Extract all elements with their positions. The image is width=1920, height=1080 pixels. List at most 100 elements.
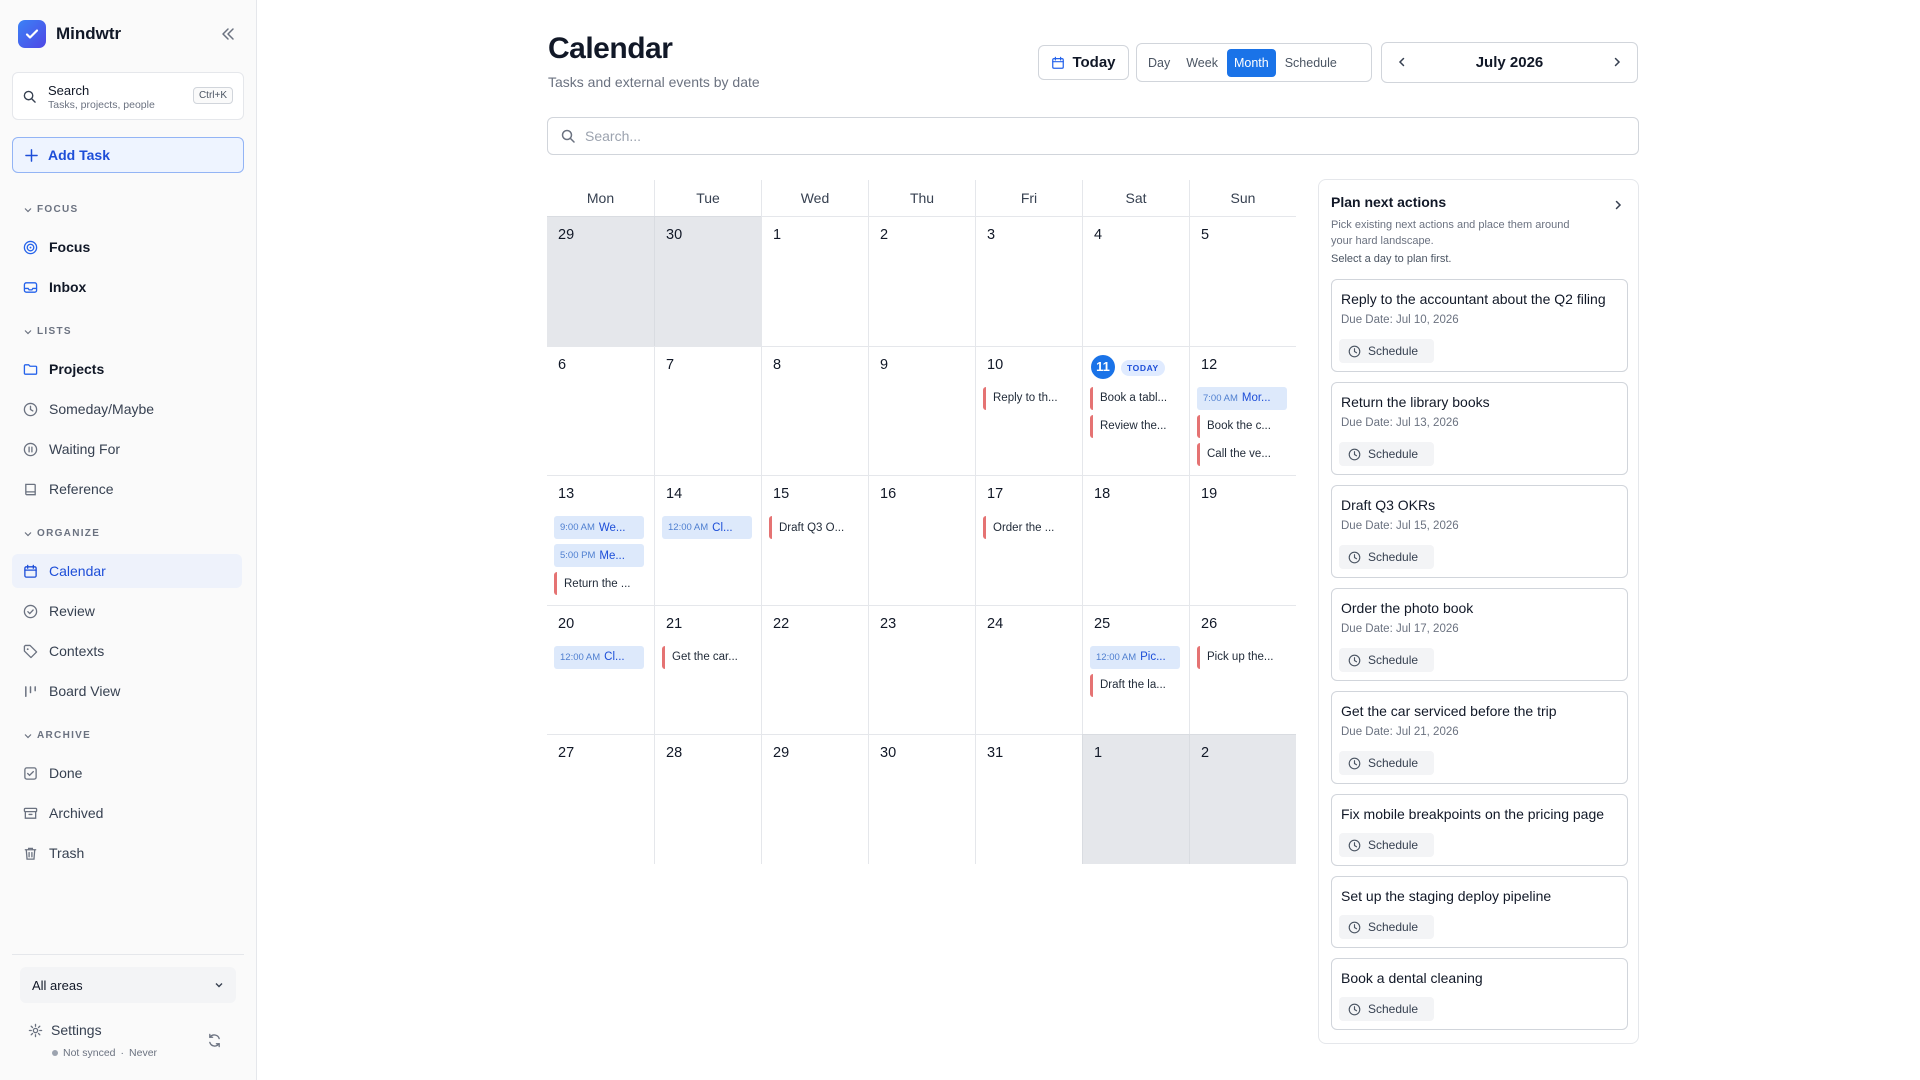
day-cell[interactable]: 14 12:00 AM Cl... [654, 475, 761, 605]
day-cell[interactable]: 30 [868, 734, 975, 864]
view-schedule[interactable]: Schedule [1278, 49, 1344, 77]
day-cell[interactable]: 1 [1082, 734, 1189, 864]
calendar-event[interactable]: 5:00 PM Me... [554, 544, 644, 568]
collapse-sidebar-icon[interactable] [218, 24, 238, 44]
calendar-task[interactable]: Call the ve... [1197, 442, 1287, 466]
plan-card[interactable]: Book a dental cleaning Schedule [1331, 958, 1628, 1030]
day-cell[interactable]: 26 Pick up the... [1189, 604, 1296, 735]
calendar-event[interactable]: 9:00 AM We... [554, 516, 644, 540]
day-cell[interactable]: 4 [1082, 216, 1189, 346]
day-cell[interactable]: 20 12:00 AM Cl... [547, 604, 654, 735]
day-cell[interactable]: 7 [654, 345, 761, 476]
day-cell[interactable]: 27 [547, 734, 654, 864]
day-cell[interactable]: 31 [975, 734, 1082, 864]
chevron-right-icon[interactable] [1612, 199, 1624, 211]
sidebar-item-trash[interactable]: Trash [12, 836, 242, 870]
day-cell[interactable]: 15 Draft Q3 O... [761, 475, 868, 605]
section-organize[interactable]: ORGANIZE [24, 528, 100, 539]
calendar-search-input[interactable] [585, 128, 1585, 144]
add-task-button[interactable]: Add Task [12, 137, 244, 173]
day-cell[interactable]: 28 [654, 734, 761, 864]
schedule-button[interactable]: Schedule [1339, 833, 1434, 857]
plan-card[interactable]: Order the photo book Due Date: Jul 17, 20… [1331, 588, 1628, 681]
day-cell[interactable]: 25 12:00 AM Pic... Draft the la... [1082, 604, 1189, 735]
plan-card[interactable]: Reply to the accountant about the Q2 fil… [1331, 279, 1628, 372]
plan-card[interactable]: Get the car serviced before the trip Due … [1331, 691, 1628, 784]
day-cell[interactable]: 19 [1189, 475, 1296, 605]
sidebar-item-waiting[interactable]: Waiting For [12, 432, 242, 466]
today-button[interactable]: Today [1038, 45, 1129, 80]
day-cell[interactable]: 29 [761, 734, 868, 864]
section-focus[interactable]: FOCUS [24, 204, 79, 215]
calendar-task[interactable]: Return the ... [554, 572, 644, 596]
calendar-task[interactable]: Draft Q3 O... [769, 516, 859, 540]
view-week[interactable]: Week [1179, 49, 1225, 77]
day-cell[interactable]: 23 [868, 604, 975, 735]
calendar-task[interactable]: Get the car... [662, 645, 752, 669]
plan-card[interactable]: Set up the staging deploy pipeline Schedu… [1331, 876, 1628, 948]
sidebar-item-calendar[interactable]: Calendar [12, 554, 242, 588]
sidebar-item-projects[interactable]: Projects [12, 352, 242, 386]
schedule-button[interactable]: Schedule [1339, 997, 1434, 1021]
sidebar-item-review[interactable]: Review [12, 594, 242, 628]
section-lists[interactable]: LISTS [24, 326, 72, 337]
schedule-button[interactable]: Schedule [1339, 915, 1434, 939]
day-cell[interactable]: 3 [975, 216, 1082, 346]
schedule-button[interactable]: Schedule [1339, 442, 1434, 466]
sidebar-item-archived[interactable]: Archived [12, 796, 242, 830]
sidebar-item-reference[interactable]: Reference [12, 472, 242, 506]
sidebar-item-done[interactable]: Done [12, 756, 242, 790]
sidebar-item-someday[interactable]: Someday/Maybe [12, 392, 242, 426]
plan-card[interactable]: Draft Q3 OKRs Due Date: Jul 15, 2026 Sched… [1331, 485, 1628, 578]
area-select[interactable]: All areas [20, 967, 236, 1003]
day-cell[interactable]: 21 Get the car... [654, 604, 761, 735]
section-archive[interactable]: ARCHIVE [24, 730, 91, 741]
day-number: 2 [880, 227, 889, 243]
schedule-button[interactable]: Schedule [1339, 751, 1434, 775]
sync-button[interactable] [207, 1033, 222, 1053]
sidebar-item-contexts[interactable]: Contexts [12, 634, 242, 668]
day-cell[interactable]: 8 [761, 345, 868, 476]
day-cell[interactable]: 11 TODAY Book a tabl... Review the... [1082, 345, 1189, 476]
day-cell[interactable]: 17 Order the ... [975, 475, 1082, 605]
schedule-button[interactable]: Schedule [1339, 339, 1434, 363]
day-cell[interactable]: 6 [547, 345, 654, 476]
sidebar-item-focus[interactable]: Focus [12, 230, 242, 264]
calendar-event[interactable]: 12:00 AM Pic... [1090, 645, 1180, 669]
calendar-task[interactable]: Order the ... [983, 516, 1073, 540]
chevron-right-icon[interactable] [1611, 56, 1623, 68]
day-cell[interactable]: 22 [761, 604, 868, 735]
day-cell[interactable]: 30 [654, 216, 761, 346]
calendar-task[interactable]: Book a tabl... [1090, 386, 1180, 410]
day-cell[interactable]: 18 [1082, 475, 1189, 605]
calendar-task[interactable]: Reply to th... [983, 386, 1073, 410]
day-cell[interactable]: 10 Reply to th... [975, 345, 1082, 476]
day-cell[interactable]: 12 7:00 AM Mor... Book the c... Call the ve.… [1189, 345, 1296, 476]
calendar-event[interactable]: 7:00 AM Mor... [1197, 386, 1287, 410]
sidebar-search[interactable]: Search Tasks, projects, people Ctrl+K [12, 72, 244, 120]
settings-button[interactable]: Settings [28, 1022, 102, 1038]
day-cell[interactable]: 5 [1189, 216, 1296, 346]
day-cell[interactable]: 2 [868, 216, 975, 346]
view-day[interactable]: Day [1141, 49, 1177, 77]
calendar-task[interactable]: Review the... [1090, 414, 1180, 438]
day-cell[interactable]: 13 9:00 AM We... 5:00 PM Me... Return the ... [547, 475, 654, 605]
day-cell[interactable]: 9 [868, 345, 975, 476]
day-cell[interactable]: 29 [547, 216, 654, 346]
sidebar-item-board[interactable]: Board View [12, 674, 242, 708]
schedule-button[interactable]: Schedule [1339, 545, 1434, 569]
plan-card[interactable]: Fix mobile breakpoints on the pricing pa… [1331, 794, 1628, 866]
plan-card[interactable]: Return the library books Due Date: Jul 13… [1331, 382, 1628, 475]
day-cell[interactable]: 24 [975, 604, 1082, 735]
day-cell[interactable]: 2 [1189, 734, 1296, 864]
calendar-task[interactable]: Draft the la... [1090, 673, 1180, 697]
sidebar-item-inbox[interactable]: Inbox [12, 270, 242, 304]
calendar-event[interactable]: 12:00 AM Cl... [554, 645, 644, 669]
calendar-task[interactable]: Pick up the... [1197, 645, 1287, 669]
calendar-task[interactable]: Book the c... [1197, 414, 1287, 438]
schedule-button[interactable]: Schedule [1339, 648, 1434, 672]
calendar-event[interactable]: 12:00 AM Cl... [662, 516, 752, 540]
day-cell[interactable]: 1 [761, 216, 868, 346]
day-cell[interactable]: 16 [868, 475, 975, 605]
view-month[interactable]: Month [1226, 48, 1276, 77]
